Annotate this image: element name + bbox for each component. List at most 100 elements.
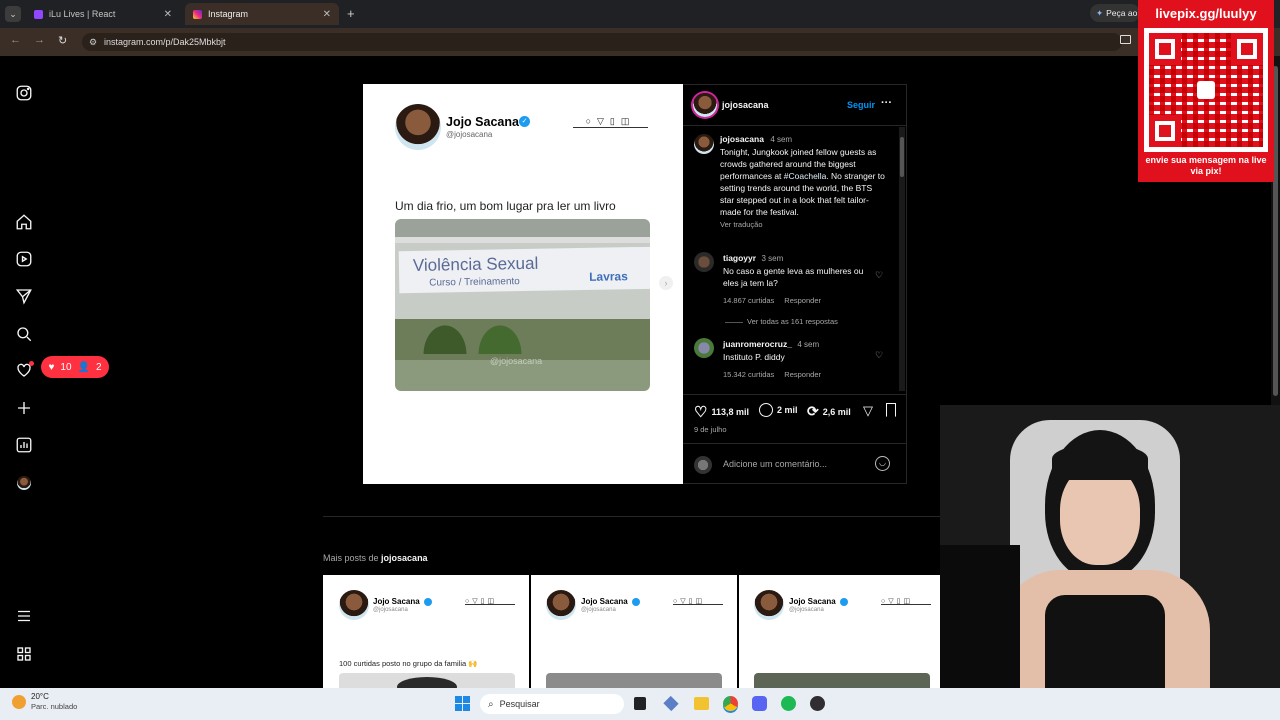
ask-button[interactable]: ✦ Peça ao <box>1090 4 1140 22</box>
verified-icon <box>632 598 640 606</box>
my-avatar <box>694 456 712 474</box>
close-tab-icon[interactable]: ✕ <box>164 9 172 20</box>
verified-icon <box>840 598 848 606</box>
comment-like-icon[interactable]: ♡ <box>875 350 883 361</box>
post-image[interactable]: Jojo Sacana ✓ @jojosacana ○▽▯◫ Um dia fr… <box>363 84 683 484</box>
like-button[interactable]: ♡ 113,8 mil <box>694 403 749 421</box>
reply-button[interactable]: Responder <box>784 296 821 305</box>
qr-code <box>1144 28 1268 152</box>
banner-subtext: Curso / Treinamento <box>429 276 520 289</box>
comments-scrollbar[interactable] <box>899 127 905 391</box>
livepix-message: envie sua mensagem na live via pix! <box>1145 155 1267 176</box>
home-icon[interactable] <box>14 212 34 232</box>
comment-text: Instituto P. diddy <box>723 352 785 362</box>
new-tab-button[interactable]: + <box>347 6 355 21</box>
comment-likes[interactable]: 14.867 curtidas <box>723 296 774 305</box>
taskbar-search[interactable]: ⌕ Pesquisar <box>480 694 624 714</box>
repost-icon: ⟳ <box>807 403 819 419</box>
caption-time: 4 sem <box>770 135 793 144</box>
notification-dot <box>29 361 34 366</box>
comment-divider <box>683 443 907 444</box>
more-options-icon[interactable]: ··· <box>881 97 892 109</box>
share-icon[interactable]: ▽ <box>863 403 873 419</box>
emoji-icon[interactable]: ◡ <box>875 456 890 471</box>
start-icon[interactable] <box>455 696 470 711</box>
apps-icon[interactable] <box>14 644 34 664</box>
caption-block: jojosacana 4 sem Tonight, Jungkook joine… <box>720 133 886 231</box>
search-icon[interactable] <box>14 324 34 344</box>
comment-2: juanromerocruz_ 4 sem Instituto P. diddy… <box>723 338 873 381</box>
cast-icon[interactable] <box>1120 35 1131 44</box>
forward-icon[interactable]: → <box>34 34 45 46</box>
post-details: jojosacana Seguir ··· jojosacana 4 sem T… <box>683 84 907 484</box>
card-caption: 100 curtidas posto no grupo da familia 🙌 <box>339 659 478 668</box>
heart-icon: ♥ <box>48 361 55 373</box>
reload-icon[interactable]: ↻ <box>58 34 67 47</box>
more-post-card[interactable]: Jojo Sacana @jojosacana ○▽▯◫ <box>739 575 945 689</box>
comment-time: 3 sem <box>761 254 784 263</box>
tab-instagram[interactable]: Instagram ✕ <box>185 3 339 25</box>
livepix-overlay: livepix.gg/luulyy envie sua mensagem na … <box>1138 0 1274 182</box>
site-info-icon[interactable]: ⚙ <box>89 37 97 48</box>
verified-icon: ✓ <box>519 116 530 127</box>
tab-list-button[interactable]: ⌄ <box>5 6 21 22</box>
comment-username[interactable]: tiagoyyr <box>723 253 756 263</box>
webcam-feed <box>940 405 1280 720</box>
reels-icon[interactable] <box>14 249 34 269</box>
poster-avatar[interactable] <box>693 93 717 117</box>
instagram-logo-icon[interactable] <box>14 83 34 103</box>
follow-button[interactable]: Seguir <box>847 100 875 110</box>
create-icon[interactable] <box>14 398 34 418</box>
weather-icon <box>12 695 26 709</box>
messages-icon[interactable] <box>14 286 34 306</box>
caption-avatar <box>694 134 714 154</box>
more-post-card[interactable]: Jojo Sacana @jojosacana ○▽▯◫ <box>531 575 737 689</box>
task-view-icon[interactable] <box>634 697 646 710</box>
photo: Violência Sexual Curso / Treinamento Lav… <box>395 219 650 391</box>
image-caption: Um dia frio, um bom lugar pra ler um liv… <box>395 199 616 213</box>
comment-username[interactable]: juanromerocruz_ <box>723 339 792 349</box>
back-icon[interactable]: ← <box>10 34 21 46</box>
spotify-icon[interactable] <box>781 696 796 711</box>
dashboard-icon[interactable] <box>14 435 34 455</box>
weather-widget[interactable]: 20°C Parc. nublado <box>12 692 77 712</box>
profile-avatar[interactable] <box>17 476 31 490</box>
reply-button[interactable]: Responder <box>784 370 821 379</box>
discord-icon[interactable] <box>752 696 767 711</box>
more-posts-heading: Mais posts de jojosacana <box>323 553 428 563</box>
tab-title: iLu Lives | React <box>49 9 116 19</box>
menu-icon[interactable] <box>14 606 34 626</box>
chrome-icon[interactable] <box>723 696 738 711</box>
url-input[interactable]: ⚙ instagram.com/p/Dak25Mbkbjt <box>82 33 1122 51</box>
comment-avatar[interactable] <box>694 252 714 272</box>
repost-button[interactable]: ⟳ 2,6 mil <box>807 403 851 420</box>
notification-badge[interactable]: ♥ 10 👤 2 <box>41 356 109 378</box>
save-icon[interactable] <box>886 403 896 417</box>
author-avatar <box>395 104 441 150</box>
comments-scroll-area[interactable]: jojosacana 4 sem Tonight, Jungkook joine… <box>683 126 907 394</box>
comment-1: tiagoyyr 3 sem No caso a gente leva as m… <box>723 252 873 307</box>
obs-icon[interactable] <box>810 696 825 711</box>
carousel-next-icon[interactable]: › <box>659 276 673 290</box>
view-replies-button[interactable]: Ver todas as 161 respostas <box>725 317 838 326</box>
comment-like-icon[interactable]: ♡ <box>875 270 883 281</box>
tab-ilu-lives[interactable]: iLu Lives | React ✕ <box>26 3 180 25</box>
heart-icon: ♡ <box>694 404 708 421</box>
close-tab-icon[interactable]: ✕ <box>323 9 331 20</box>
comment-avatar[interactable] <box>694 338 714 358</box>
translate-link[interactable]: Ver tradução <box>720 219 886 231</box>
poster-username[interactable]: jojosacana <box>722 100 769 110</box>
more-post-card[interactable]: Jojo Sacana @jojosacana ○▽▯◫ 100 curtida… <box>323 575 529 689</box>
caption-username[interactable]: jojosacana <box>720 134 764 144</box>
comment-likes[interactable]: 15.342 curtidas <box>723 370 774 379</box>
hashtag-link[interactable]: #Coachella <box>784 171 827 181</box>
more-posts-username[interactable]: jojosacana <box>381 553 428 563</box>
author-name: Jojo Sacana <box>446 115 519 129</box>
file-explorer-icon[interactable] <box>694 697 709 710</box>
post-date: 9 de julho <box>694 425 727 434</box>
notifications-heart-icon[interactable] <box>14 360 34 380</box>
comment-bubble-icon <box>759 403 773 417</box>
comment-button[interactable]: 2 mil <box>759 403 798 417</box>
add-comment-input[interactable]: Adicione um comentário... <box>723 459 863 469</box>
banner-text: Violência Sexual <box>412 253 539 275</box>
